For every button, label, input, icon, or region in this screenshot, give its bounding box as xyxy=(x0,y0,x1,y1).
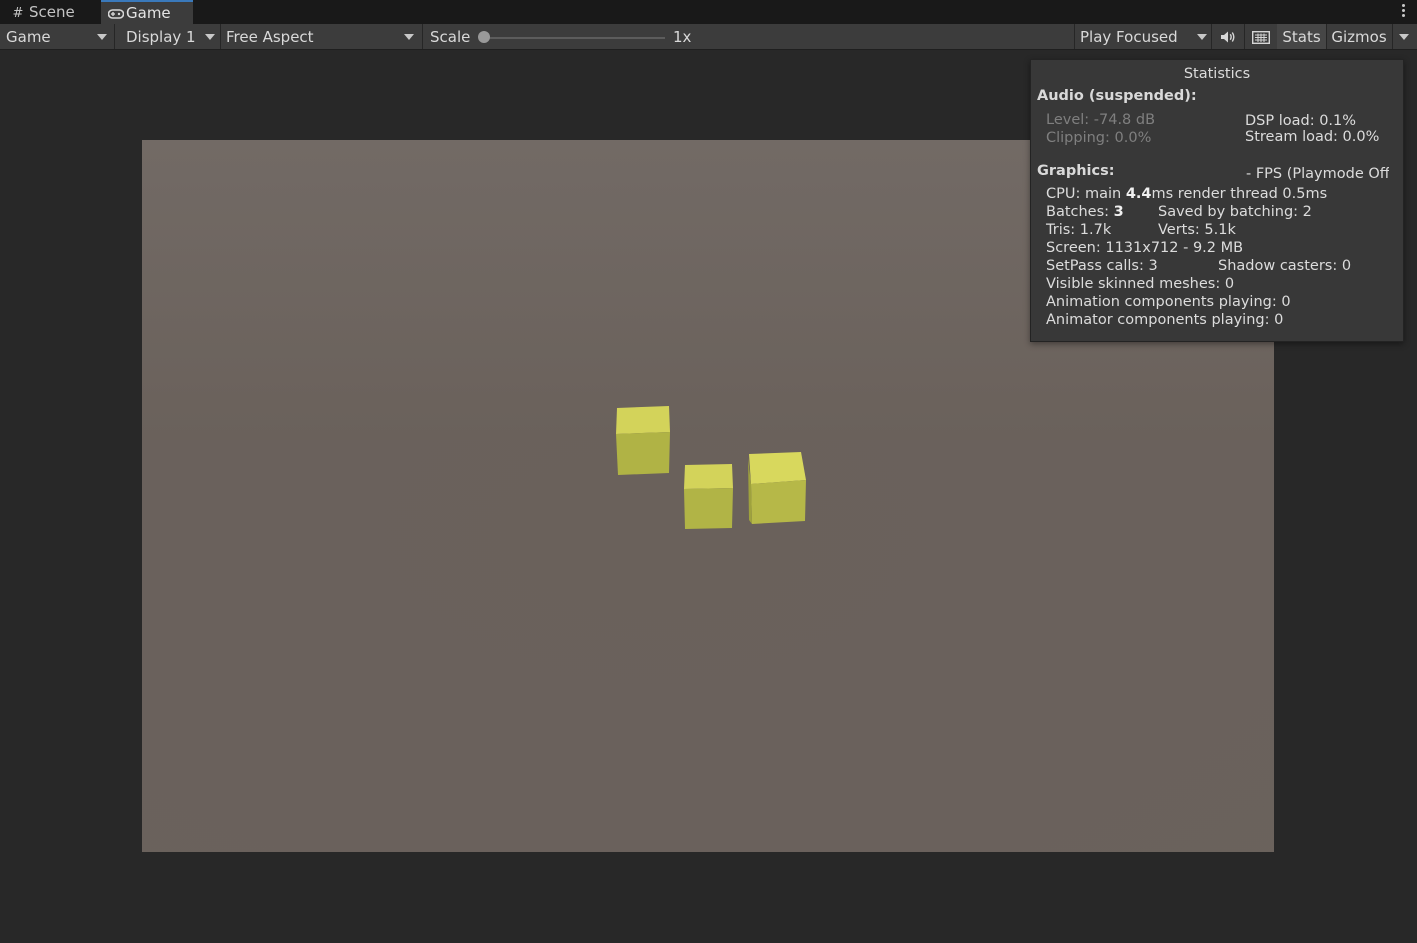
statistics-title: Statistics xyxy=(1183,66,1251,82)
shortcuts-button[interactable] xyxy=(1245,24,1277,49)
gizmos-button[interactable]: Gizmos xyxy=(1327,24,1391,49)
cube-left-top xyxy=(616,406,670,434)
chevron-down-icon xyxy=(1399,34,1409,40)
divider xyxy=(114,24,115,49)
view-mode-dropdown[interactable]: Game xyxy=(0,24,114,49)
keyboard-icon xyxy=(1251,28,1271,46)
stats-toggle-button[interactable]: Stats xyxy=(1277,24,1326,49)
chevron-down-icon xyxy=(404,34,414,40)
view-mode-label: Game xyxy=(6,28,51,46)
statistics-panel: Statistics Audio (suspended): Level: -74… xyxy=(1030,59,1404,342)
aspect-label: Free Aspect xyxy=(226,28,314,46)
shadow-casters: Shadow casters: 0 xyxy=(1218,258,1352,274)
speaker-icon xyxy=(1220,28,1236,46)
verts: Verts: 5.1k xyxy=(1158,222,1236,238)
cpu-prefix: CPU: main xyxy=(1046,186,1126,202)
graphics-heading: Graphics: xyxy=(1037,163,1115,179)
cpu-timing: CPU: main 4.4ms render thread 0.5ms xyxy=(1046,185,1327,203)
more-options-icon[interactable] xyxy=(1399,2,1407,20)
stream-load: Stream load: 0.0% xyxy=(1245,129,1380,145)
cpu-main-value: 4.4 xyxy=(1125,186,1152,202)
gizmos-button-label: Gizmos xyxy=(1331,28,1387,46)
grid-icon: # xyxy=(12,6,24,21)
display-label: Display 1 xyxy=(126,28,196,46)
aspect-dropdown[interactable]: Free Aspect xyxy=(220,24,422,49)
tab-scene-label: Scene xyxy=(29,3,75,21)
setpass-calls: SetPass calls: 3 xyxy=(1046,258,1158,274)
audio-level: Level: -74.8 dB xyxy=(1046,112,1156,128)
cube-right-top xyxy=(749,452,806,484)
chevron-down-icon xyxy=(97,34,107,40)
cube-middle-side xyxy=(684,488,733,529)
cube-right xyxy=(748,452,806,524)
window-tab-bar: # Scene Game xyxy=(0,0,1417,24)
display-dropdown[interactable]: Display 1 xyxy=(120,24,220,49)
batches: Batches: 3 xyxy=(1046,203,1124,221)
cube-middle-top xyxy=(684,464,733,489)
scale-slider-track[interactable] xyxy=(484,37,665,39)
animation-components: Animation components playing: 0 xyxy=(1046,294,1291,310)
tris: Tris: 1.7k xyxy=(1046,222,1112,238)
scale-label: Scale xyxy=(430,28,471,46)
scale-slider-thumb[interactable] xyxy=(478,31,490,43)
gamepad-icon xyxy=(107,4,125,26)
chevron-down-icon xyxy=(1197,34,1207,40)
scale-value: 1x xyxy=(673,28,692,46)
tab-scene[interactable]: # Scene xyxy=(0,0,98,24)
play-mode-dropdown[interactable]: Play Focused xyxy=(1074,24,1211,49)
cube-right-side xyxy=(751,480,806,524)
tab-game[interactable]: Game xyxy=(101,0,193,24)
stats-button-label: Stats xyxy=(1282,28,1321,46)
fps-readout: - FPS (Playmode Off) xyxy=(1246,166,1389,182)
tab-game-label: Game xyxy=(126,4,171,22)
audio-heading: Audio (suspended): xyxy=(1037,88,1197,104)
batches-prefix: Batches: xyxy=(1046,204,1114,220)
screen-info: Screen: 1131x712 - 9.2 MB xyxy=(1046,240,1244,256)
saved-by-batching: Saved by batching: 2 xyxy=(1158,204,1312,220)
skinned-meshes: Visible skinned meshes: 0 xyxy=(1046,276,1235,292)
game-view-toolbar: Game Display 1 Free Aspect Scale 1x Play… xyxy=(0,24,1417,50)
batches-value: 3 xyxy=(1113,204,1124,220)
mute-audio-button[interactable] xyxy=(1212,24,1244,49)
cube-middle xyxy=(684,464,733,529)
chevron-down-icon xyxy=(205,34,215,40)
cube-left xyxy=(616,406,670,475)
gizmos-dropdown-button[interactable] xyxy=(1393,24,1417,49)
play-mode-label: Play Focused xyxy=(1080,28,1178,46)
cpu-suffix: ms render thread 0.5ms xyxy=(1151,186,1328,202)
divider xyxy=(422,24,423,49)
audio-clipping: Clipping: 0.0% xyxy=(1046,130,1152,146)
cube-left-side xyxy=(616,432,670,475)
animator-components: Animator components playing: 0 xyxy=(1046,312,1284,328)
